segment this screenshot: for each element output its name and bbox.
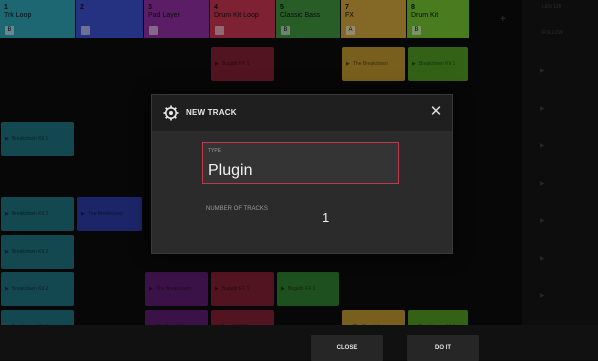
type-caption: TYPE [208, 148, 222, 154]
gear-icon [163, 105, 179, 121]
do-it-button[interactable]: DO IT [407, 335, 479, 361]
number-of-tracks-label: NUMBER OF TRACKS [206, 206, 268, 212]
bottom-button-bar [0, 325, 598, 360]
type-value: Plugin [208, 162, 253, 179]
close-button[interactable]: CLOSE [311, 335, 383, 361]
dialog-title: NEW TRACK [186, 108, 237, 117]
new-track-dialog: NEW TRACK ✕ TYPE Plugin NUMBER OF TRACKS… [151, 94, 453, 254]
close-icon[interactable]: ✕ [428, 104, 444, 120]
number-of-tracks-value[interactable]: 1 [322, 210, 329, 225]
track-type-select[interactable]: TYPE Plugin [202, 142, 399, 184]
